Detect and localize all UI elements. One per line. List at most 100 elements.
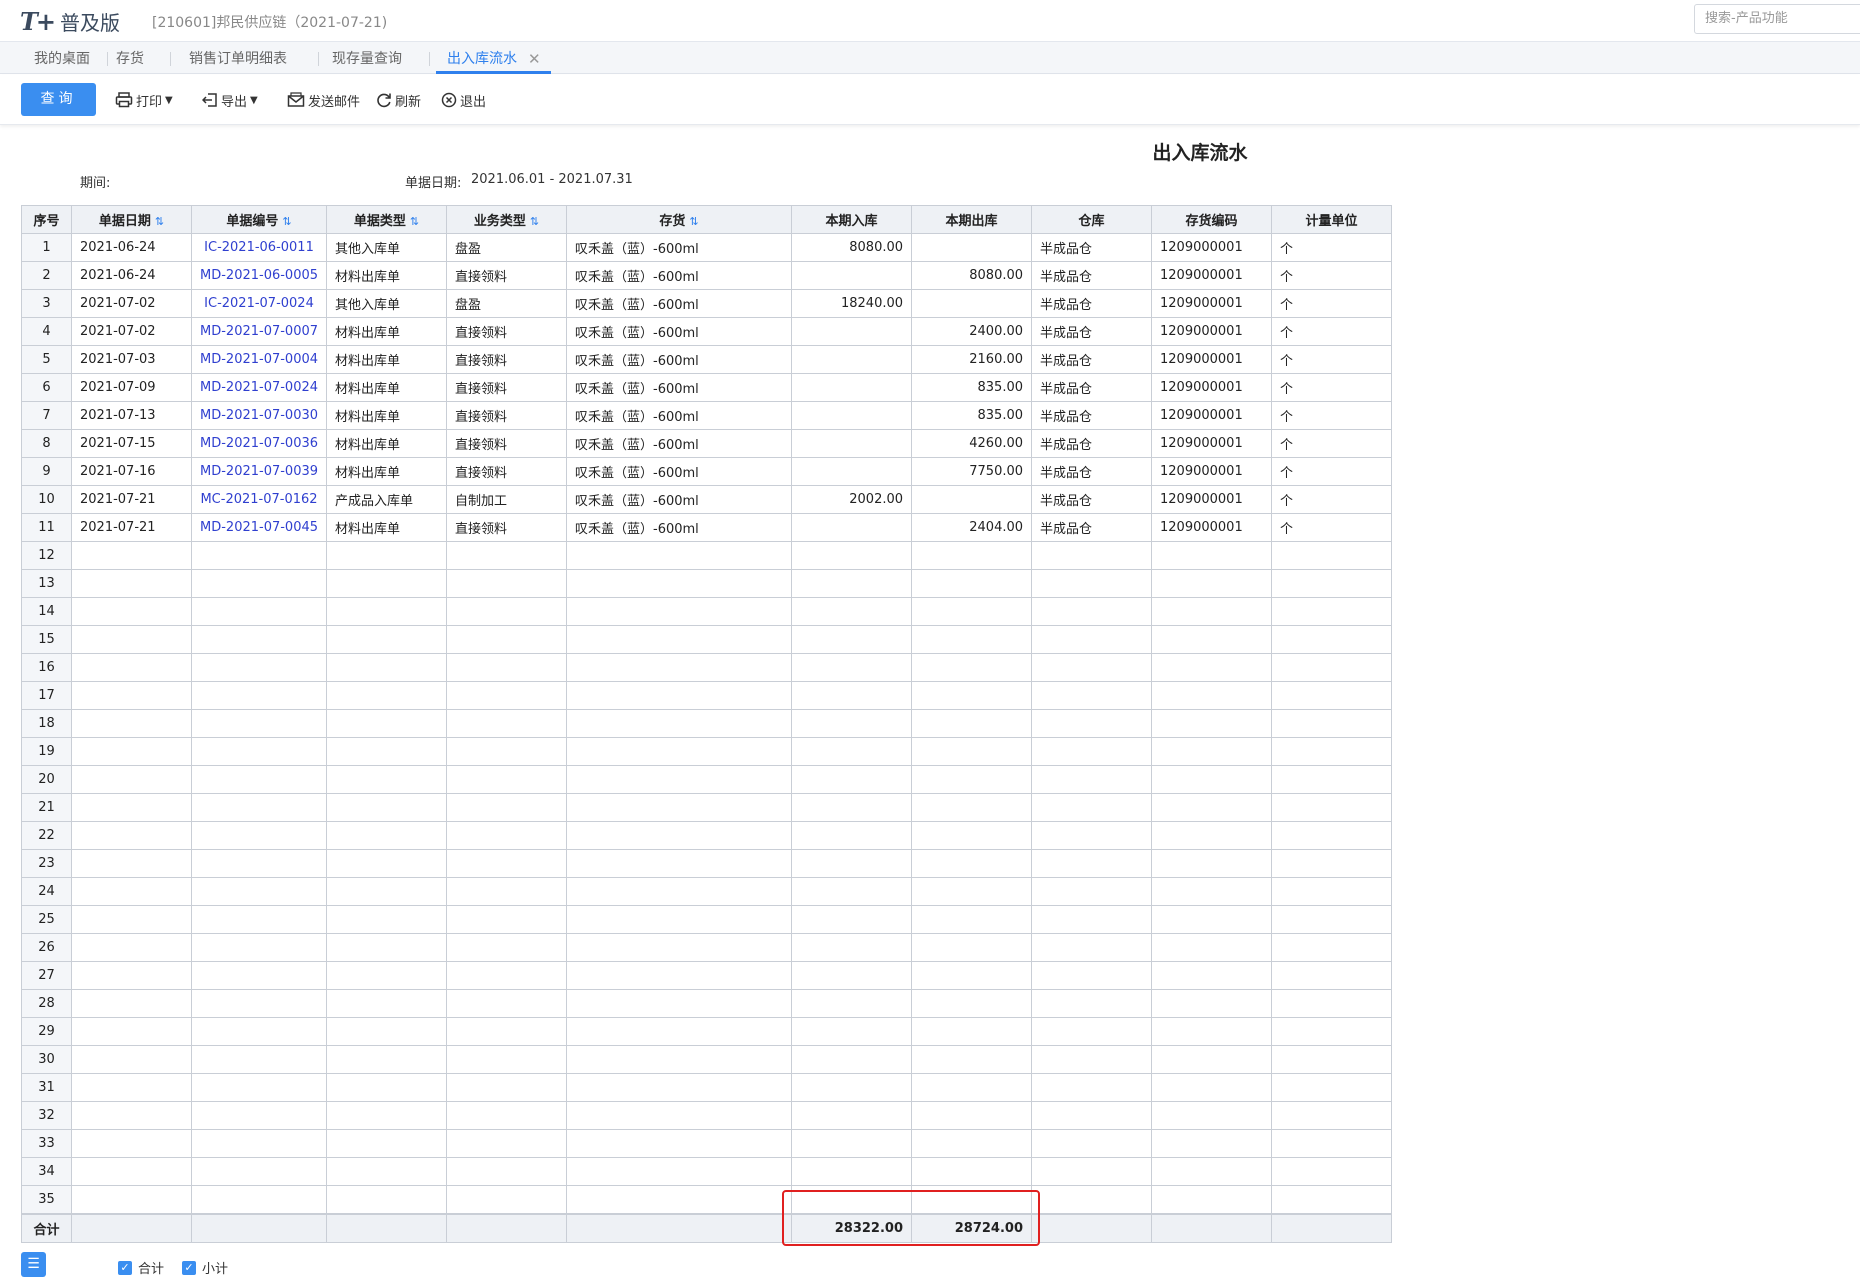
empty-cell [911, 597, 1033, 626]
checkbox-checked-icon: ✓ [182, 1260, 196, 1275]
empty-cell [1151, 989, 1273, 1018]
sort-icon[interactable]: ⇅ [410, 215, 419, 228]
cell-doc-code[interactable]: MD-2021-07-0024 [190, 373, 328, 402]
col-header-unit[interactable]: 计量单位 [1271, 205, 1393, 234]
empty-cell [71, 933, 192, 962]
empty-cell [446, 905, 568, 934]
table-row[interactable]: 8 2021-07-15 MD-2021-07-0036 材料出库单 直接领料 叹禾盖（蓝… [21, 429, 1393, 458]
empty-cell [446, 933, 568, 962]
cell-warehouse: 半成品仓 [1031, 233, 1153, 262]
empty-cell [326, 905, 448, 934]
query-button[interactable]: 查询 [21, 83, 96, 116]
cell-doc-code[interactable]: IC-2021-06-0011 [190, 233, 328, 262]
cell-doc-code[interactable]: MD-2021-07-0036 [190, 429, 328, 458]
table-row[interactable]: 9 2021-07-16 MD-2021-07-0039 材料出库单 直接领料 叹禾盖（蓝… [21, 457, 1393, 486]
col-header-date[interactable]: 单据日期 ⇅ [71, 205, 192, 234]
empty-cell [566, 597, 793, 626]
empty-cell [446, 1101, 568, 1130]
table-row[interactable]: 3 2021-07-02 IC-2021-07-0024 其他入库单 盘盈 叹禾盖（蓝）-… [21, 289, 1393, 318]
cell-doc-code[interactable]: MD-2021-07-0004 [190, 345, 328, 374]
cell-doc-code[interactable]: IC-2021-07-0024 [190, 289, 328, 318]
printer-icon [115, 92, 133, 108]
sort-icon[interactable]: ⇅ [155, 215, 164, 228]
cell-biz-type: 自制加工 [446, 485, 568, 514]
total-checkbox[interactable]: ✓ 合计 [118, 1258, 164, 1277]
cell-warehouse: 半成品仓 [1031, 485, 1153, 514]
tab-inventory[interactable]: 存货 [116, 42, 144, 74]
table-row[interactable]: 7 2021-07-13 MD-2021-07-0030 材料出库单 直接领料 叹禾盖（蓝… [21, 401, 1393, 430]
empty-cell [71, 1101, 192, 1130]
export-button[interactable]: 导出 ▼ [202, 89, 258, 111]
tab-stock-flow[interactable]: 出入库流水 [447, 42, 517, 74]
print-button[interactable]: 打印 ▼ [115, 89, 173, 111]
empty-cell [566, 1101, 793, 1130]
empty-cell [911, 849, 1033, 878]
sort-icon[interactable]: ⇅ [282, 215, 291, 228]
col-header-out[interactable]: 本期出库 [911, 205, 1033, 234]
empty-row: 22 [21, 821, 1393, 850]
search-input[interactable]: 搜索-产品功能 [1694, 4, 1860, 34]
table-row[interactable]: 4 2021-07-02 MD-2021-07-0007 材料出库单 直接领料 叹禾盖（蓝… [21, 317, 1393, 346]
cell-doc-code[interactable]: MD-2021-07-0039 [190, 457, 328, 486]
table-row[interactable]: 6 2021-07-09 MD-2021-07-0024 材料出库单 直接领料 叹禾盖（蓝… [21, 373, 1393, 402]
row-index: 4 [21, 317, 72, 346]
subtotal-checkbox[interactable]: ✓ 小计 [182, 1258, 228, 1277]
table-row[interactable]: 1 2021-06-24 IC-2021-06-0011 其他入库单 盘盈 叹禾盖（蓝）-… [21, 233, 1393, 262]
empty-cell [1151, 793, 1273, 822]
empty-cell [446, 597, 568, 626]
col-header-item[interactable]: 存货 ⇅ [566, 205, 793, 234]
empty-cell [566, 1017, 793, 1046]
table-row[interactable]: 5 2021-07-03 MD-2021-07-0004 材料出库单 直接领料 叹禾盖（蓝… [21, 345, 1393, 374]
send-email-button[interactable]: 发送邮件 [287, 89, 360, 111]
empty-cell [446, 1017, 568, 1046]
col-header-warehouse[interactable]: 仓库 [1031, 205, 1153, 234]
empty-cell [446, 569, 568, 598]
total-checkbox-label: 合计 [138, 1262, 165, 1277]
empty-cell [791, 1129, 913, 1158]
cell-item: 叹禾盖（蓝）-600ml [566, 513, 793, 542]
total-row: 合计 28322.00 28724.00 [21, 1212, 1393, 1243]
col-header-index[interactable]: 序号 [21, 205, 72, 234]
cell-doc-code[interactable]: MD-2021-07-0030 [190, 401, 328, 430]
cell-doc-code[interactable]: MD-2021-07-0045 [190, 513, 328, 542]
empty-cell [1271, 1129, 1393, 1158]
stock-flow-table: 序号 单据日期 ⇅ 单据编号 ⇅ 单据类型 ⇅ 业务类型 ⇅ 存货 ⇅ 本期入库 本期出库… [21, 205, 1393, 1243]
empty-cell [1031, 709, 1153, 738]
tab-close-icon[interactable]: ✕ [528, 50, 541, 68]
table-row[interactable]: 2 2021-06-24 MD-2021-06-0005 材料出库单 直接领料 叹禾盖（蓝… [21, 261, 1393, 290]
empty-cell [1271, 653, 1393, 682]
empty-cell [446, 1045, 568, 1074]
empty-cell [326, 597, 448, 626]
sort-icon[interactable]: ⇅ [530, 215, 539, 228]
table-row[interactable]: 11 2021-07-21 MD-2021-07-0045 材料出库单 直接领料 叹禾盖（… [21, 513, 1393, 542]
tab-sales-order-detail[interactable]: 销售订单明细表 [189, 42, 287, 74]
close-circle-icon [441, 92, 457, 108]
cell-in-qty: 8080.00 [791, 233, 913, 262]
col-header-item-code[interactable]: 存货编码 [1151, 205, 1273, 234]
col-header-biz-type[interactable]: 业务类型 ⇅ [446, 205, 568, 234]
cell-biz-type: 直接领料 [446, 401, 568, 430]
cell-doc-code[interactable]: MC-2021-07-0162 [190, 485, 328, 514]
col-header-code[interactable]: 单据编号 ⇅ [190, 205, 328, 234]
exit-button[interactable]: 退出 [441, 89, 486, 111]
col-header-doc-type[interactable]: 单据类型 ⇅ [326, 205, 448, 234]
cell-biz-type: 直接领料 [446, 373, 568, 402]
empty-cell [190, 989, 328, 1018]
empty-cell [1151, 849, 1273, 878]
cell-doc-code[interactable]: MD-2021-07-0007 [190, 317, 328, 346]
cell-doc-type: 材料出库单 [326, 317, 448, 346]
sort-icon[interactable]: ⇅ [689, 215, 698, 228]
empty-cell [566, 765, 793, 794]
empty-cell [190, 793, 328, 822]
empty-cell [911, 905, 1033, 934]
row-index: 11 [21, 513, 72, 542]
column-settings-icon[interactable]: ☰ [21, 1252, 46, 1277]
col-header-in[interactable]: 本期入库 [791, 205, 913, 234]
empty-cell [791, 1101, 913, 1130]
table-row[interactable]: 10 2021-07-21 MC-2021-07-0162 产成品入库单 自制加工 叹禾盖… [21, 485, 1393, 514]
refresh-button[interactable]: 刷新 [376, 89, 421, 111]
tab-desktop[interactable]: 我的桌面 [34, 42, 90, 74]
empty-cell [446, 765, 568, 794]
cell-doc-code[interactable]: MD-2021-06-0005 [190, 261, 328, 290]
tab-stock-query[interactable]: 现存量查询 [332, 42, 402, 74]
